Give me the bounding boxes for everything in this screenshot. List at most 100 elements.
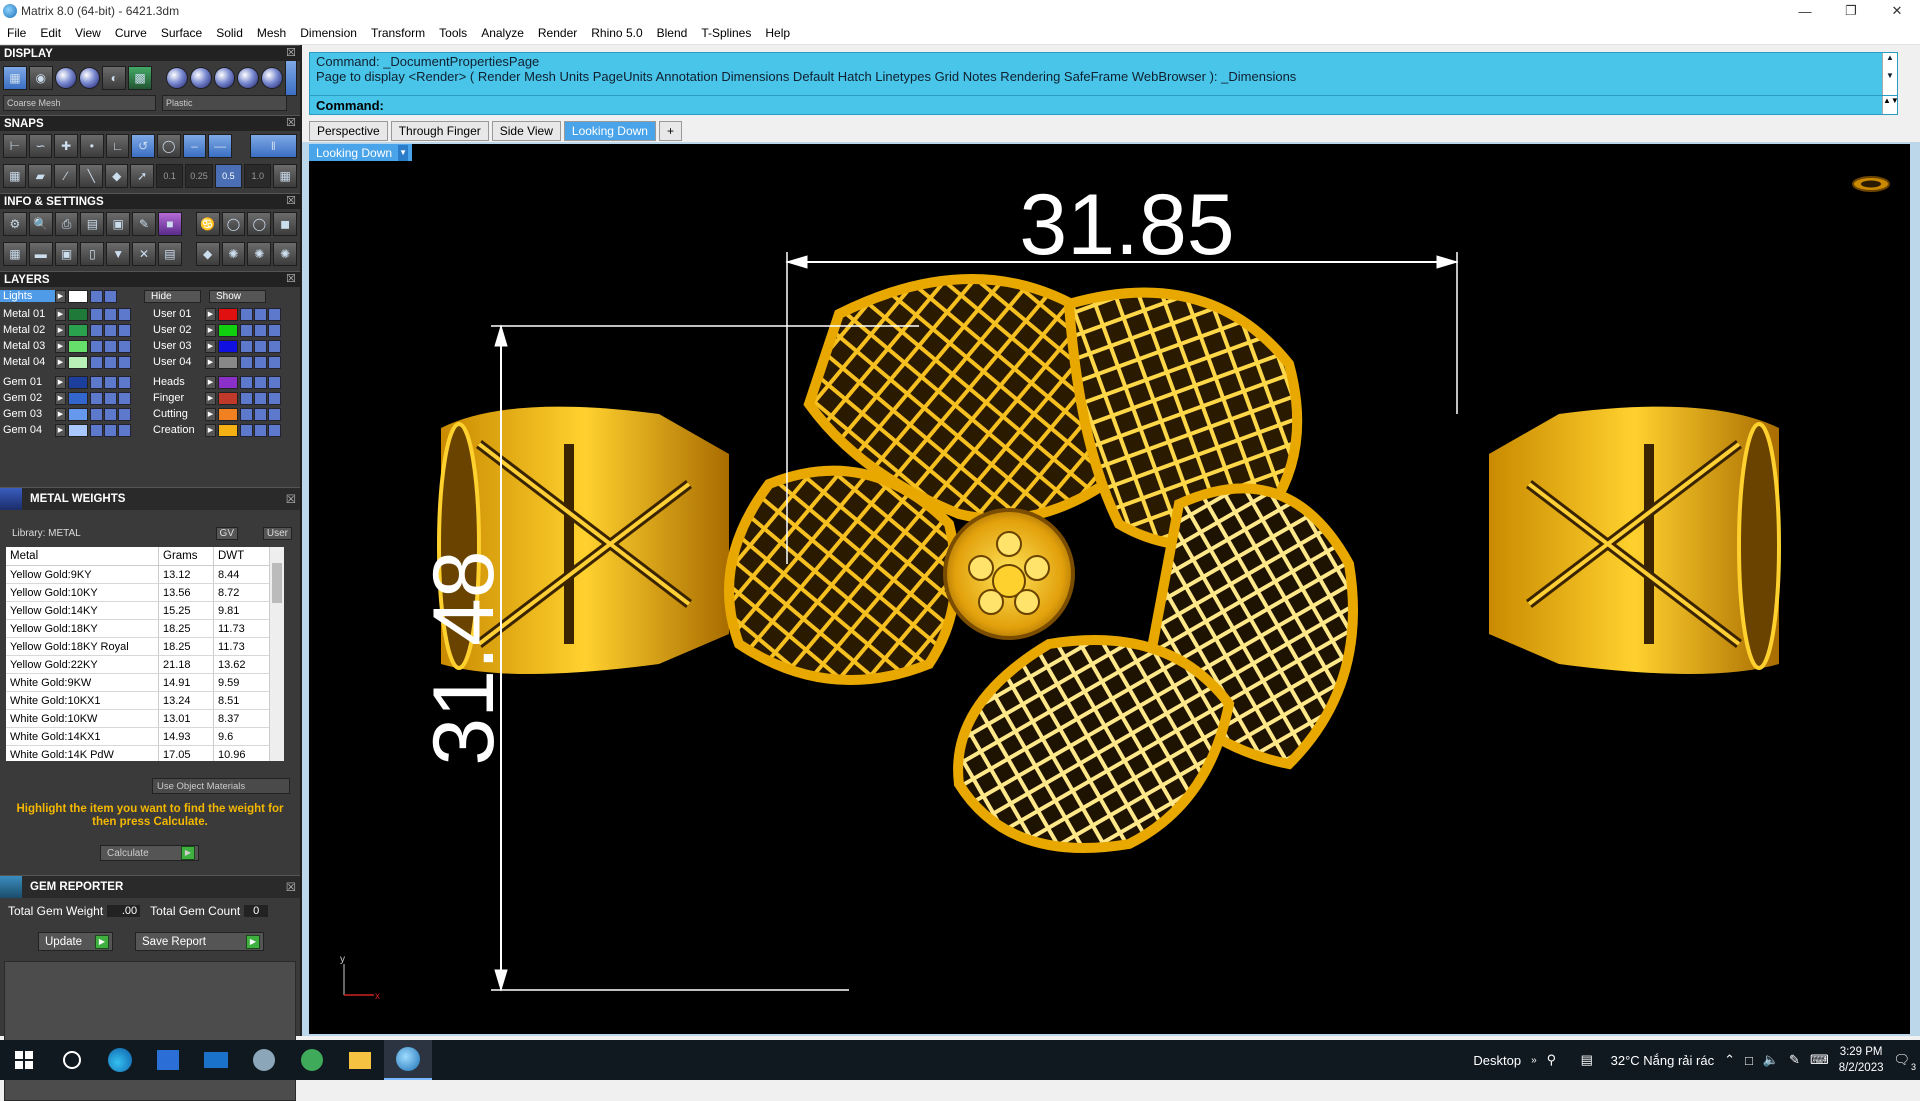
ring-size-2-icon[interactable]: ◯ [247,212,272,236]
search-button[interactable] [48,1040,96,1080]
layer-arrow-icon[interactable]: ▶ [205,375,216,389]
tab-side-view[interactable]: Side View [491,121,561,141]
xyz-icon[interactable]: ✕ [132,242,156,266]
render-sphere-icon[interactable] [54,67,77,89]
app-5[interactable] [240,1040,288,1080]
layer-name[interactable]: Heads [150,376,205,388]
menu-help[interactable]: Help [758,26,797,40]
snap-center-icon[interactable]: ◯ [156,134,181,158]
diamond-icon[interactable]: ◆ [104,164,129,188]
table-row[interactable]: Yellow Gold:10KY 13.56 8.72 [6,584,284,602]
shaded-view-icon[interactable]: ◉ [28,66,53,90]
clock[interactable]: 3:29 PM 8/2/2023 [1839,1044,1884,1076]
menu-rhino-5-0[interactable]: Rhino 5.0 [584,26,649,40]
layer-color-swatch[interactable] [68,375,88,389]
lock-icon[interactable] [90,375,103,389]
layer-arrow-icon[interactable]: ▶ [55,355,66,369]
layer-color-swatch[interactable] [68,339,88,353]
snap-near-icon[interactable]: — [208,134,232,158]
material-sphere-3-icon[interactable] [213,67,236,89]
hide-button[interactable]: Hide [144,289,201,303]
layer-arrow-icon[interactable]: ▶ [205,407,216,421]
layer-name[interactable]: Finger [150,392,205,404]
lock-icon[interactable] [240,307,253,321]
table-row[interactable]: Yellow Gold:14KY 15.25 9.81 [6,602,284,620]
layer-color-swatch[interactable] [218,391,238,405]
column-header-dwt[interactable]: DWT [214,547,276,565]
desktop-toolbar-label[interactable]: Desktop [1473,1053,1521,1068]
lock-icon[interactable] [90,391,103,405]
print-icon[interactable] [268,423,281,437]
lock-icon[interactable] [90,355,103,369]
layer-lights[interactable]: Lights [0,290,55,302]
use-object-materials-button[interactable]: Use Object Materials [152,778,290,794]
print-icon[interactable] [118,407,131,421]
lock-icon[interactable] [240,375,253,389]
menu-mesh[interactable]: Mesh [250,26,293,40]
material-dropdown[interactable]: Plastic [162,95,287,111]
layer-name[interactable]: Gem 01 [0,376,55,388]
layer-arrow-icon[interactable]: ▶ [55,423,66,437]
layer-arrow-icon[interactable]: ▶ [205,339,216,353]
pencil-icon[interactable]: ✎ [132,212,156,236]
visible-icon[interactable] [254,355,267,369]
layer-color-swatch[interactable] [218,339,238,353]
table-row[interactable]: White Gold:9KW 14.91 9.59 [6,674,284,692]
close-window-button[interactable]: ✕ [1874,0,1920,22]
tab-through-finger[interactable]: Through Finger [390,121,489,141]
table-row[interactable]: Yellow Gold:9KY 13.12 8.44 [6,566,284,584]
layer-row[interactable]: Creation ▶ [150,422,298,438]
print-icon[interactable] [118,423,131,437]
layer-row[interactable]: Gem 03 ▶ [0,406,150,422]
layer-name[interactable]: Metal 02 [0,324,55,336]
grid-settings-icon[interactable]: ▦ [273,164,297,188]
layer-name[interactable]: User 03 [150,340,205,352]
layer-row[interactable]: User 04 ▶ [150,354,298,370]
visible-icon[interactable] [254,391,267,405]
close-icon[interactable]: ☒ [286,492,296,506]
render-sphere-2-icon[interactable] [78,67,101,89]
people-icon[interactable]: ⚲ [1547,1052,1571,1068]
menu-t-splines[interactable]: T-Splines [694,26,758,40]
chevron-down-icon[interactable]: ▼ [398,144,409,161]
menu-tools[interactable]: Tools [432,26,474,40]
layer-row[interactable]: Finger ▶ [150,390,298,406]
show-hidden-icons-icon[interactable]: ⌃ [1724,1052,1735,1068]
keyboard-icon[interactable]: ⌨ [1810,1052,1829,1068]
doc-icon[interactable]: ▤ [157,242,182,266]
print-icon[interactable] [268,339,281,353]
material-sphere-5-icon[interactable] [261,67,284,89]
layer-arrow-icon[interactable]: ▶ [55,289,66,303]
table-row[interactable]: White Gold:10KW 13.01 8.37 [6,710,284,728]
layer-row[interactable]: Cutting ▶ [150,406,298,422]
scrollbar-thumb[interactable] [272,563,282,603]
layer-arrow-icon[interactable]: ▶ [55,391,66,405]
layer-row[interactable]: Metal 01 ▶ [0,306,150,322]
layer-arrow-icon[interactable]: ▶ [55,407,66,421]
visible-icon[interactable] [104,355,117,369]
column-header-grams[interactable]: Grams [159,547,214,565]
lock-icon[interactable] [90,307,103,321]
print-icon[interactable] [268,391,281,405]
layer-color-swatch[interactable] [68,307,88,321]
ring-size-icon[interactable]: ◯ [221,212,246,236]
gem-2-icon[interactable]: ✺ [221,242,246,266]
close-icon[interactable]: ☒ [286,116,296,129]
grid-snap-icon[interactable]: ▦ [3,164,27,188]
wireframe-view-icon[interactable]: ▦ [3,66,27,90]
edge-app[interactable] [96,1040,144,1080]
snap-end-icon[interactable]: ⊢ [3,134,27,158]
add-tab-button[interactable]: + [658,121,682,141]
layer-name[interactable]: User 01 [150,308,205,320]
layer-name[interactable]: Gem 03 [0,408,55,420]
file-icon[interactable]: ▣ [106,212,131,236]
layer-name[interactable]: Cutting [150,408,205,420]
save-report-button[interactable]: Save Report ▶ [135,932,264,951]
lock-icon[interactable] [240,423,253,437]
news-icon[interactable]: ▤ [1581,1052,1601,1068]
print-icon[interactable] [268,407,281,421]
store-app[interactable] [144,1040,192,1080]
snap-mid-icon[interactable]: • [79,134,104,158]
visible-icon[interactable] [254,307,267,321]
visible-icon[interactable] [104,339,117,353]
